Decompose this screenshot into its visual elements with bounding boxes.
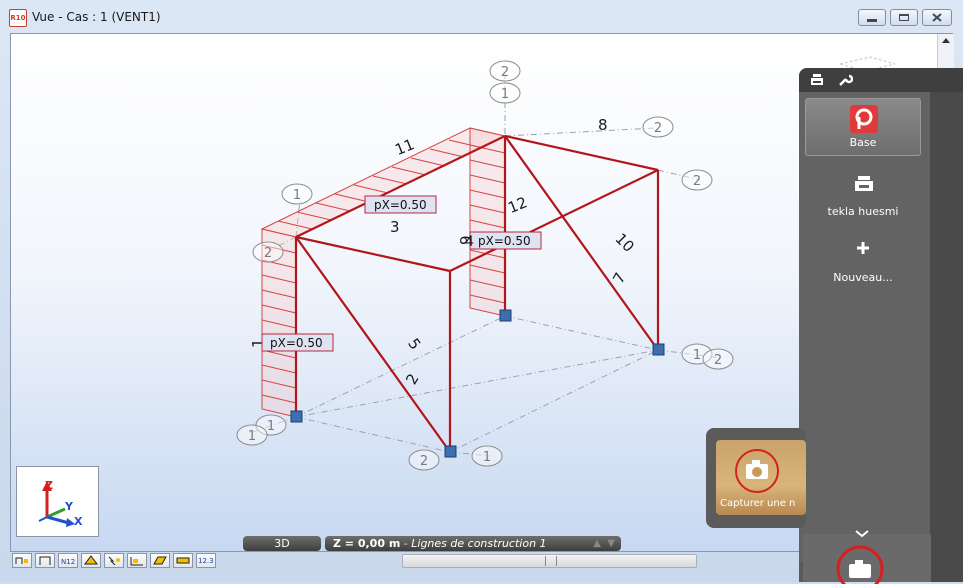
z-level-value: Z = 0,00 m bbox=[333, 537, 401, 550]
display-panels-button[interactable] bbox=[150, 553, 170, 568]
bar-label: 10 bbox=[612, 230, 638, 256]
axis-y-label: Y bbox=[64, 500, 74, 513]
support-node bbox=[290, 410, 303, 423]
display-nodes-button[interactable] bbox=[12, 553, 32, 568]
display-toolbar: N12 12.3 bbox=[10, 553, 400, 571]
node-label: 1 bbox=[293, 188, 301, 203]
bar-label: 7 bbox=[609, 269, 629, 286]
display-loads-button[interactable] bbox=[104, 553, 124, 568]
support-node bbox=[499, 309, 512, 322]
node-label: 2 bbox=[693, 174, 701, 189]
snapshot-item-tekla[interactable]: tekla huesmi bbox=[805, 166, 921, 224]
horizontal-scrollbar[interactable] bbox=[402, 554, 697, 568]
snapshot-item-new[interactable]: Nouveau... bbox=[805, 232, 921, 290]
capture-popup[interactable]: Capturer une n bbox=[706, 428, 806, 528]
display-bars-button[interactable] bbox=[35, 553, 55, 568]
snapshot-side-panel: Base tekla huesmi Nouveau... bbox=[799, 68, 963, 582]
panel-toolbar bbox=[799, 68, 963, 92]
snapshot-item-label: tekla huesmi bbox=[827, 205, 899, 218]
view-mode-button[interactable]: 3D bbox=[243, 536, 321, 551]
capture-button[interactable] bbox=[803, 530, 931, 584]
bar-label: 3 bbox=[390, 218, 400, 236]
app-window: R10 Vue - Cas : 1 (VENT1) 11 3 12 9 8 10… bbox=[0, 0, 963, 584]
load-label: pX=0.50 bbox=[374, 198, 427, 212]
display-results-button[interactable]: 12.3 bbox=[196, 553, 216, 568]
camera-icon bbox=[836, 545, 884, 584]
construction-level-selector[interactable]: Z = 0,00 m - Lignes de construction 1 ▲ … bbox=[325, 536, 621, 551]
display-supports-button[interactable] bbox=[81, 553, 101, 568]
node-label: 2 bbox=[654, 121, 662, 136]
vertical-scrollbar[interactable] bbox=[937, 34, 954, 69]
bar-label: 2 bbox=[402, 370, 422, 387]
bar-label: 12 bbox=[505, 193, 529, 217]
level-down-icon[interactable]: ▼ bbox=[607, 536, 615, 551]
node-label: 2 bbox=[714, 353, 722, 368]
svg-text:N12: N12 bbox=[61, 558, 75, 566]
capture-label: Capturer une n bbox=[720, 498, 796, 509]
node-label: 2 bbox=[420, 454, 428, 469]
printer-icon[interactable] bbox=[809, 72, 825, 88]
node-label: 1 bbox=[693, 348, 701, 363]
chevron-down-icon[interactable] bbox=[855, 530, 869, 538]
load-label: pX=0.50 bbox=[478, 234, 531, 248]
snapshot-item-label: Nouveau... bbox=[833, 271, 893, 284]
bar-label: 8 bbox=[598, 116, 608, 134]
display-releases-button[interactable] bbox=[127, 553, 147, 568]
printer-icon bbox=[855, 176, 873, 191]
plus-icon bbox=[857, 242, 869, 254]
scroll-up-icon[interactable] bbox=[938, 34, 954, 48]
capture-preview: Capturer une n bbox=[716, 440, 806, 515]
panel-rail bbox=[930, 92, 963, 582]
construction-lines-label: Lignes de construction 1 bbox=[411, 537, 547, 550]
node-label: 2 bbox=[501, 65, 509, 80]
display-numbers-button[interactable]: N12 bbox=[58, 553, 78, 568]
node-label: 1 bbox=[248, 429, 256, 444]
bar-label: 4 bbox=[465, 234, 474, 250]
base-logo-icon bbox=[850, 105, 878, 133]
level-up-icon[interactable]: ▲ bbox=[593, 536, 601, 551]
snapshot-list: Base tekla huesmi Nouveau... bbox=[799, 92, 930, 562]
wrench-icon[interactable] bbox=[837, 72, 853, 88]
camera-icon bbox=[735, 449, 779, 493]
support-node bbox=[652, 343, 665, 356]
axis-triad: Z Y X bbox=[16, 466, 99, 537]
load-label: pX=0.50 bbox=[270, 336, 323, 350]
node-label: 1 bbox=[267, 419, 275, 434]
node-label: 1 bbox=[501, 87, 509, 102]
support-node bbox=[444, 445, 457, 458]
snapshot-item-label: Base bbox=[849, 136, 877, 149]
axis-z-label: Z bbox=[45, 479, 53, 492]
display-sections-button[interactable] bbox=[173, 553, 193, 568]
snapshot-item-base[interactable]: Base bbox=[805, 98, 921, 156]
bar-label: 5 bbox=[404, 335, 424, 353]
svg-text:12.3: 12.3 bbox=[198, 557, 214, 565]
wind-loads bbox=[260, 127, 507, 418]
node-label: 2 bbox=[264, 246, 272, 261]
axis-x-label: X bbox=[74, 515, 83, 528]
node-label: 1 bbox=[483, 450, 491, 465]
scroll-grip-icon[interactable] bbox=[545, 556, 557, 566]
